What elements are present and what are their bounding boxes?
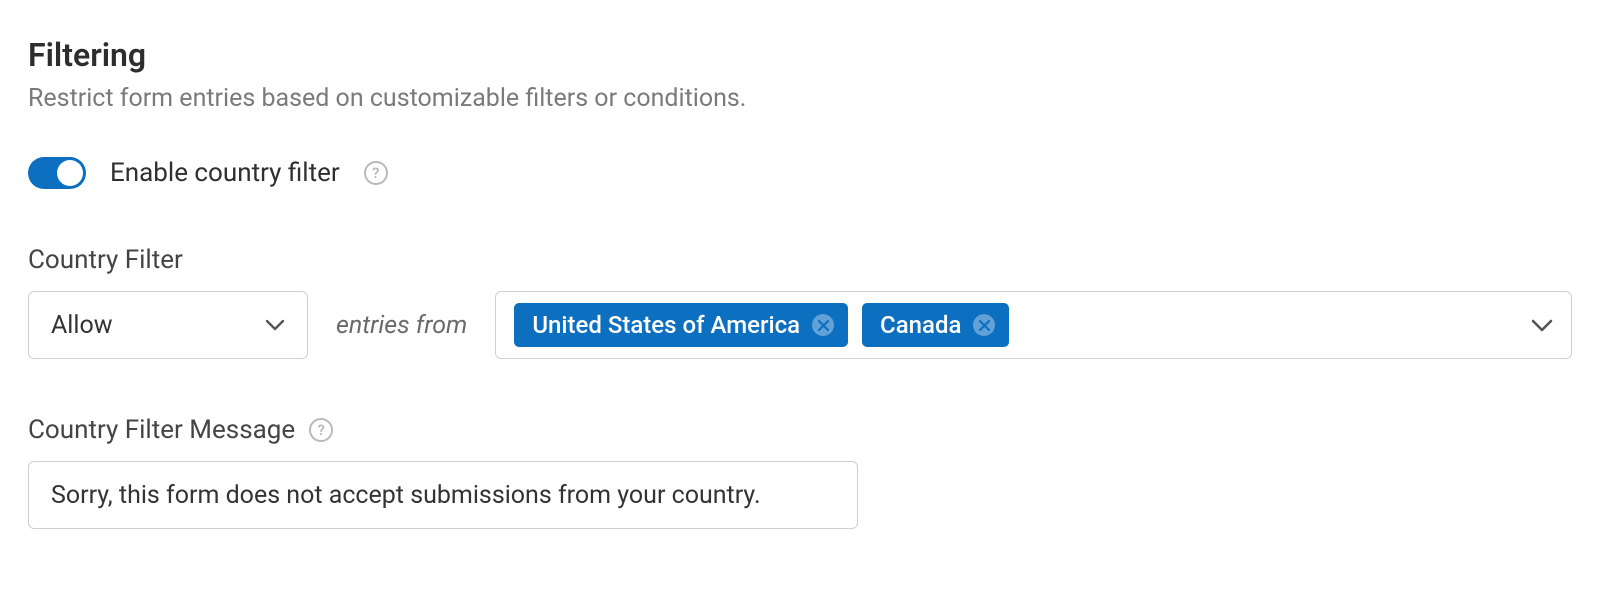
country-tag: United States of America [514,303,848,347]
chevron-down-icon [265,319,285,331]
enable-country-filter-toggle[interactable] [28,157,86,189]
country-filter-mode-value: Allow [51,311,113,340]
enable-country-filter-row: Enable country filter ? [28,157,1572,189]
toggle-knob [57,160,83,186]
country-filter-mode-select[interactable]: Allow [28,291,308,359]
country-filter-message-label: Country Filter Message ? [28,415,1572,445]
country-tag: Canada [862,303,1009,347]
filtering-section: Filtering Restrict form entries based on… [28,36,1572,529]
section-description: Restrict form entries based on customiza… [28,84,1572,113]
help-icon[interactable]: ? [364,161,388,185]
enable-country-filter-label: Enable country filter [110,158,340,188]
help-icon[interactable]: ? [309,418,333,442]
country-tag-label: United States of America [532,311,800,339]
chevron-down-icon [1531,319,1553,332]
country-filter-message-label-text: Country Filter Message [28,415,295,445]
country-tag-label: Canada [880,311,961,339]
entries-from-text: entries from [336,311,467,340]
section-title: Filtering [28,36,1572,74]
country-filter-row: Allow entries from United States of Amer… [28,291,1572,359]
country-filter-label-text: Country Filter [28,245,183,275]
remove-tag-icon[interactable] [973,314,995,336]
country-filter-message-input[interactable] [28,461,858,529]
country-multi-select[interactable]: United States of America Canada [495,291,1572,359]
remove-tag-icon[interactable] [812,314,834,336]
country-filter-label: Country Filter [28,245,1572,275]
